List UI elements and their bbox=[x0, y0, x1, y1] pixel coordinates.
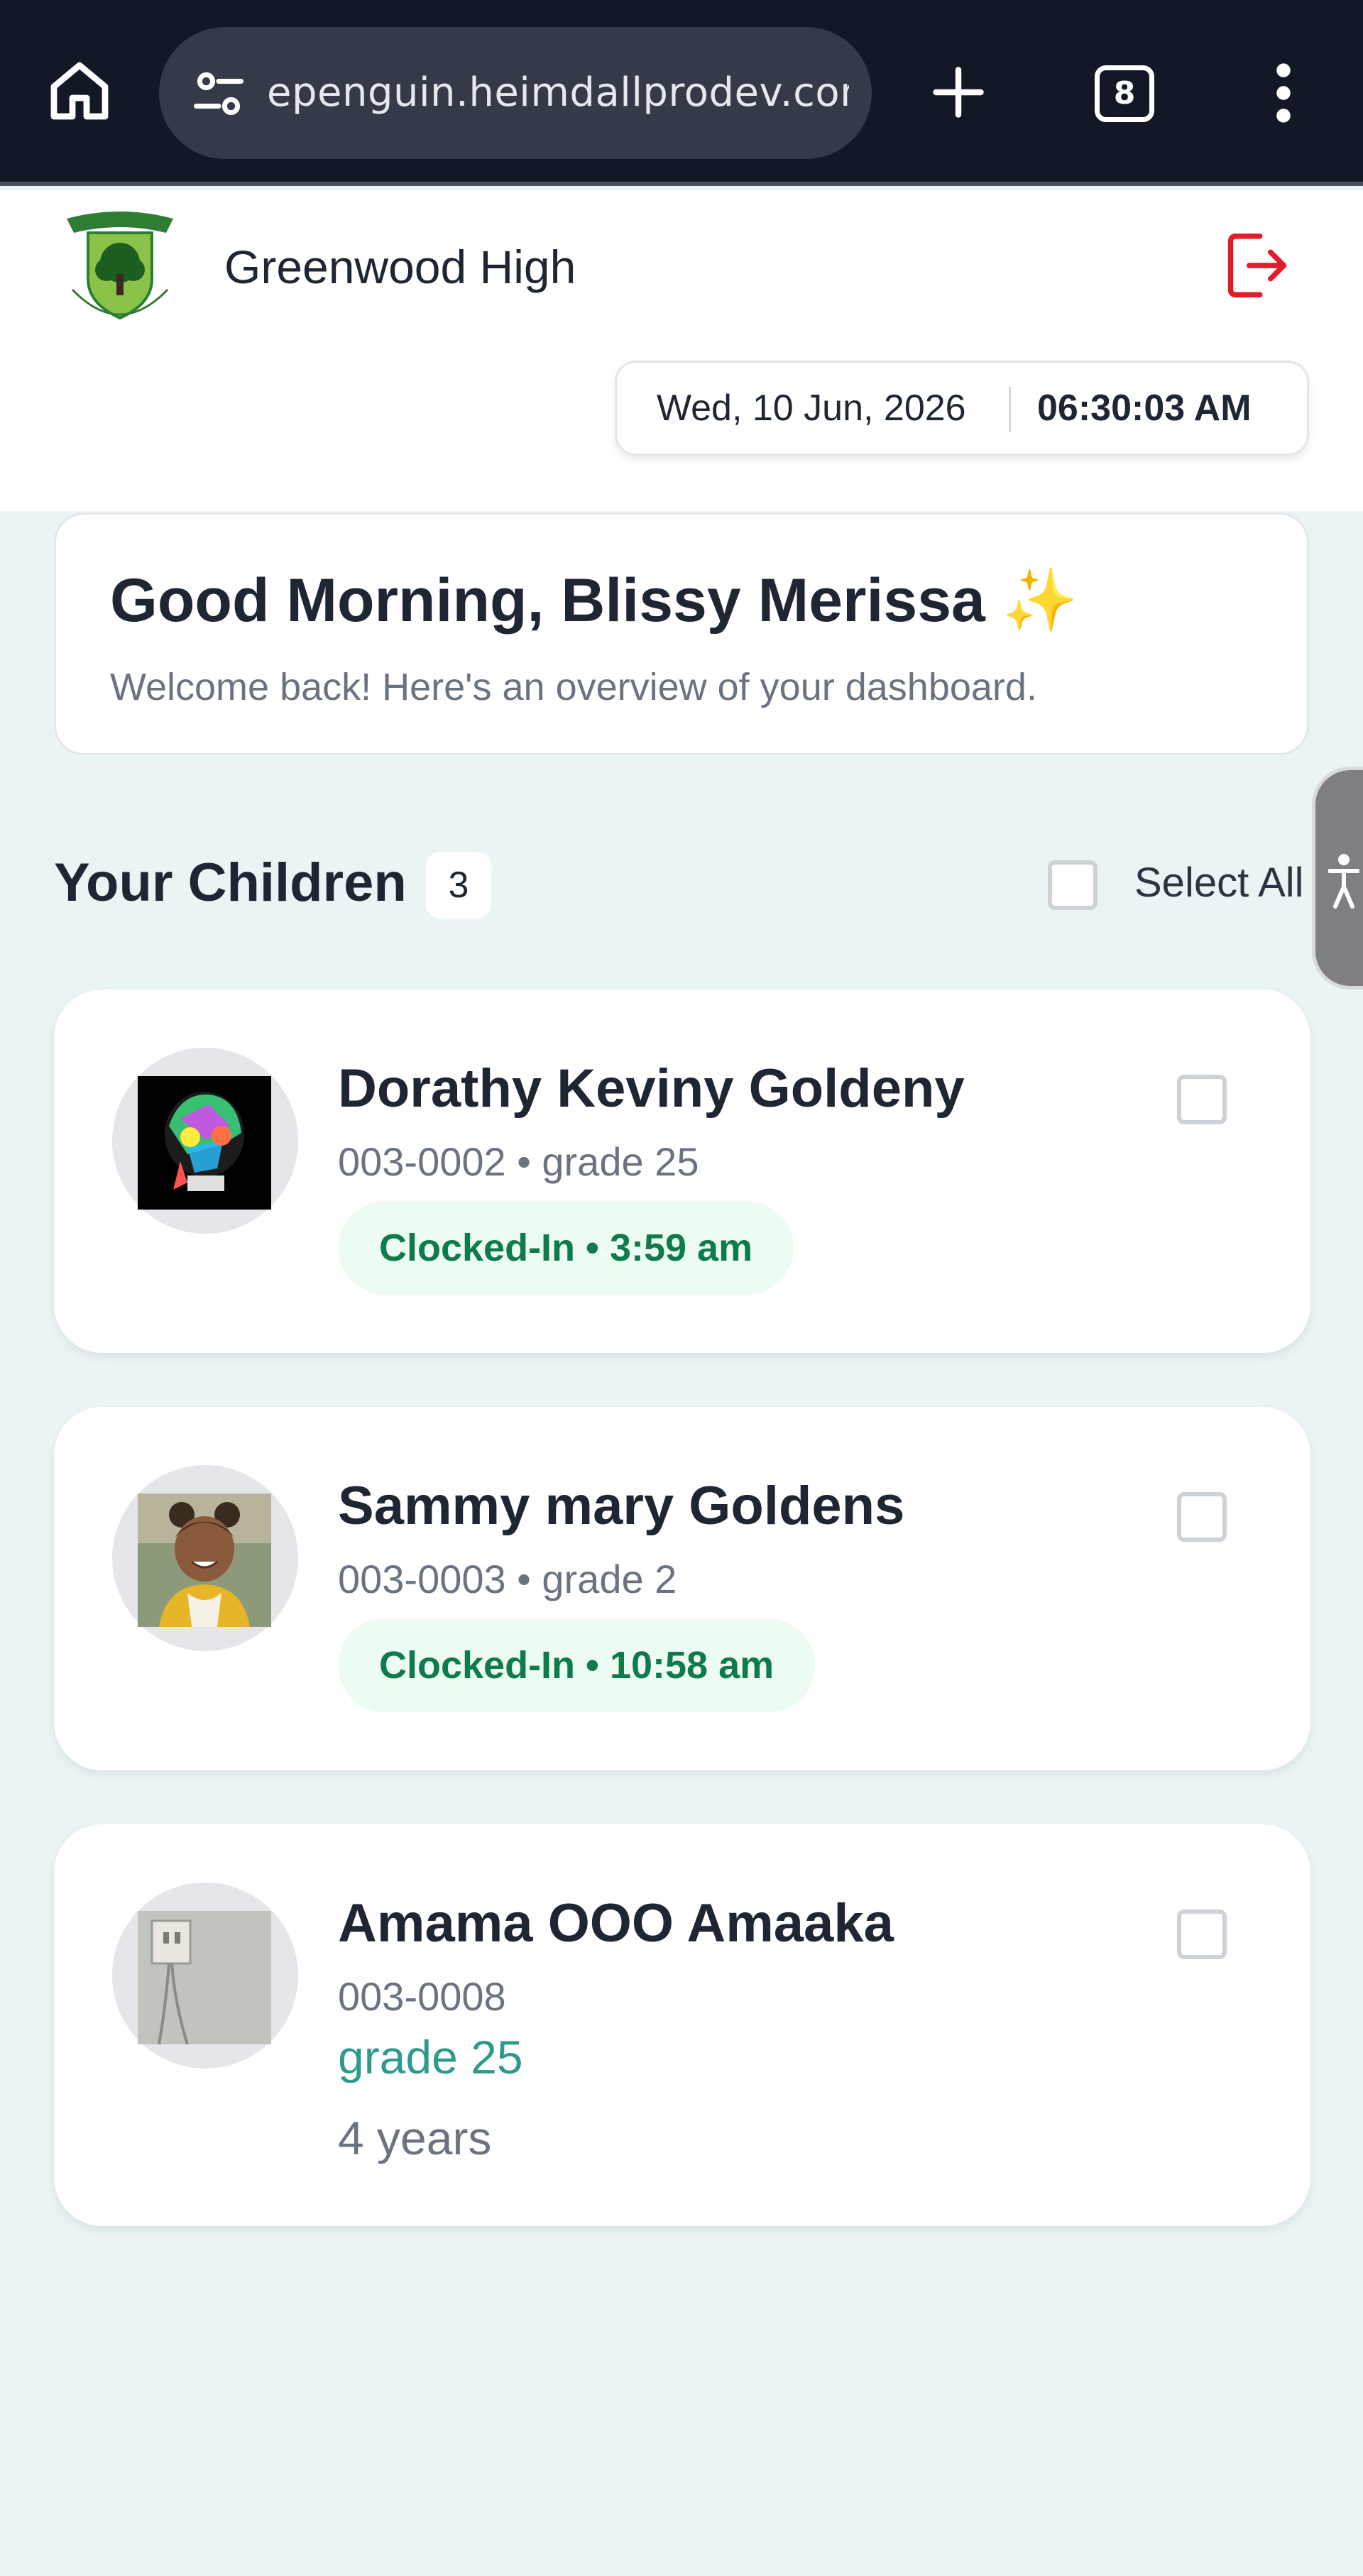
child-select-checkbox[interactable] bbox=[1177, 1075, 1227, 1124]
select-all-checkbox[interactable] bbox=[1048, 860, 1097, 910]
accessibility-icon bbox=[1328, 854, 1359, 909]
browser-toolbar: epenguin.heimdallprodev.com 8 bbox=[0, 0, 1363, 186]
site-settings-icon[interactable] bbox=[189, 64, 248, 124]
divider bbox=[1009, 387, 1011, 432]
child-id-grade: 003-0003 • grade 2 bbox=[338, 1557, 677, 1601]
new-tab-icon[interactable] bbox=[929, 62, 988, 122]
child-photo bbox=[138, 1076, 271, 1210]
child-card[interactable]: Sammy mary Goldens 003-0003 • grade 2 Cl… bbox=[54, 1407, 1310, 1770]
child-name: Sammy mary Goldens bbox=[338, 1476, 905, 1536]
child-id: 003-0008 bbox=[338, 1974, 506, 2019]
select-all-label[interactable]: Select All bbox=[1134, 859, 1304, 906]
child-photo bbox=[138, 1493, 271, 1627]
logout-icon[interactable] bbox=[1225, 230, 1289, 301]
child-id-grade: 003-0002 • grade 25 bbox=[338, 1139, 699, 1184]
sparkle-icon: ✨ bbox=[1002, 566, 1078, 635]
clock-status-badge: Clocked-In • 10:58 am bbox=[338, 1618, 816, 1712]
greeting-text: Good Morning, Blissy Merissa bbox=[110, 566, 985, 635]
child-grade: grade 25 bbox=[338, 2031, 523, 2083]
current-date: Wed, 10 Jun, 2026 bbox=[657, 388, 966, 429]
accessibility-button[interactable] bbox=[1312, 767, 1363, 990]
url-text: epenguin.heimdallprodev.com bbox=[267, 70, 849, 116]
child-select-checkbox[interactable] bbox=[1177, 1909, 1227, 1959]
school-logo bbox=[67, 212, 173, 320]
tab-switcher-button[interactable]: 8 bbox=[1095, 65, 1154, 122]
clock-status-badge: Clocked-In • 3:59 am bbox=[338, 1201, 794, 1295]
child-select-checkbox[interactable] bbox=[1177, 1492, 1227, 1542]
child-name: Amama OOO Amaaka bbox=[338, 1893, 894, 1953]
children-section-title: Your Children bbox=[54, 853, 407, 913]
child-age: 4 years bbox=[338, 2112, 492, 2164]
date-time-display: Wed, 10 Jun, 2026 06:30:03 AM bbox=[615, 361, 1309, 456]
children-count-badge: 3 bbox=[426, 852, 491, 919]
greeting-subtitle: Welcome back! Here's an overview of your… bbox=[110, 666, 1037, 708]
home-icon[interactable] bbox=[45, 57, 114, 125]
child-card[interactable]: Dorathy Keviny Goldeny 003-0002 • grade … bbox=[54, 990, 1310, 1353]
address-bar[interactable]: epenguin.heimdallprodev.com bbox=[159, 27, 872, 159]
child-photo bbox=[138, 1911, 271, 2044]
current-time: 06:30:03 AM bbox=[1037, 388, 1252, 429]
more-options-icon[interactable] bbox=[1271, 61, 1296, 125]
greeting-title: Good Morning, Blissy Merissa ✨ bbox=[110, 564, 1078, 636]
app-header: Greenwood High Wed, 10 Jun, 2026 06:30:0… bbox=[0, 190, 1363, 511]
greeting-card: Good Morning, Blissy Merissa ✨ Welcome b… bbox=[54, 513, 1309, 755]
school-name: Greenwood High bbox=[224, 241, 576, 293]
child-card[interactable]: Amama OOO Amaaka 003-0008 grade 25 4 yea… bbox=[54, 1824, 1310, 2226]
child-name: Dorathy Keviny Goldeny bbox=[338, 1058, 965, 1119]
